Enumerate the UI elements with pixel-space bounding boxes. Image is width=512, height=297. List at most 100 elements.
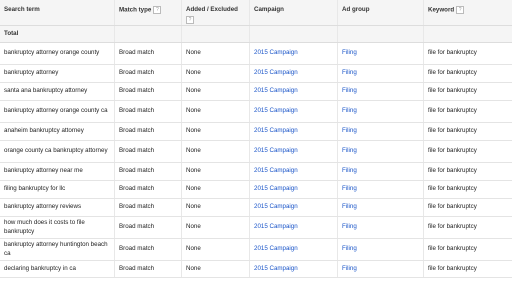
search-term-cell: orange county ca bankruptcy attorney — [4, 147, 108, 155]
campaign-link[interactable]: 2015 Campaign — [254, 49, 298, 57]
ad-group-cell: Filing — [338, 199, 424, 216]
match-type-cell: Broad match — [115, 101, 182, 122]
search-term-cell: bankruptcy attorney orange county — [4, 49, 100, 57]
match-type-cell: Broad match — [119, 49, 155, 57]
campaign-link[interactable]: 2015 Campaign — [254, 245, 298, 253]
campaign-link[interactable]: 2015 Campaign — [254, 203, 298, 211]
search-term-cell: santa ana bankruptcy attorney — [0, 83, 115, 100]
column-header-keyword[interactable]: Keyword? — [424, 0, 512, 25]
campaign-link[interactable]: 2015 Campaign — [254, 185, 298, 193]
match-type-cell: Broad match — [119, 264, 155, 272]
campaign-cell: 2015 Campaign — [250, 83, 338, 100]
table-header-row: Search term Match type? Added / Excluded… — [0, 0, 512, 26]
match-type-cell: Broad match — [115, 163, 182, 180]
match-type-cell: Broad match — [115, 181, 182, 198]
match-type-cell: Broad match — [119, 107, 155, 115]
ad-group-cell: Filing — [338, 141, 424, 162]
campaign-cell: 2015 Campaign — [250, 261, 338, 277]
match-type-cell: Broad match — [115, 141, 182, 162]
search-term-cell: bankruptcy attorney orange county — [0, 43, 115, 64]
match-type-cell: Broad match — [119, 167, 155, 175]
campaign-link[interactable]: 2015 Campaign — [254, 69, 298, 77]
match-type-cell: Broad match — [115, 239, 182, 260]
added-excluded-cell: None — [186, 245, 201, 253]
help-icon[interactable]: ? — [456, 6, 465, 14]
keyword-cell: file for bankruptcy — [424, 163, 512, 180]
ad-group-cell: Filing — [338, 217, 424, 238]
ad-group-link[interactable]: Filing — [342, 87, 357, 95]
ad-group-link[interactable]: Filing — [342, 245, 357, 253]
campaign-cell: 2015 Campaign — [250, 43, 338, 64]
keyword-cell: file for bankruptcy — [428, 107, 477, 115]
search-term-cell: how much does it costs to file bankruptc… — [4, 219, 85, 235]
help-icon[interactable]: ? — [186, 16, 194, 25]
ad-group-cell: Filing — [338, 101, 424, 122]
column-header-ad-group[interactable]: Ad group — [338, 0, 424, 25]
campaign-link[interactable]: 2015 Campaign — [254, 147, 298, 155]
match-type-cell: Broad match — [119, 69, 155, 77]
ad-group-cell: Filing — [338, 181, 424, 198]
column-header-label: Campaign — [254, 6, 284, 13]
table-row: bankruptcy attorney orange county Broad m… — [0, 43, 512, 65]
campaign-link[interactable]: 2015 Campaign — [254, 167, 298, 175]
ad-group-link[interactable]: Filing — [342, 107, 357, 115]
search-term-cell: anaheim bankruptcy attorney — [4, 127, 84, 135]
campaign-cell: 2015 Campaign — [250, 199, 338, 216]
search-term-cell: bankruptcy attorney huntington beach ca — [0, 239, 115, 260]
match-type-cell: Broad match — [119, 87, 155, 95]
keyword-cell: file for bankruptcy — [424, 199, 512, 216]
campaign-link[interactable]: 2015 Campaign — [254, 265, 298, 273]
campaign-cell: 2015 Campaign — [250, 65, 338, 82]
keyword-cell: file for bankruptcy — [424, 101, 512, 122]
column-header-label: Keyword — [428, 6, 455, 14]
match-type-cell: Broad match — [115, 83, 182, 100]
campaign-cell: 2015 Campaign — [250, 141, 338, 162]
column-header-match-type[interactable]: Match type? — [115, 0, 182, 25]
campaign-link[interactable]: 2015 Campaign — [254, 87, 298, 95]
help-icon[interactable]: ? — [153, 6, 162, 14]
search-term-cell: anaheim bankruptcy attorney — [0, 123, 115, 140]
added-excluded-cell: None — [186, 49, 201, 57]
ad-group-link[interactable]: Filing — [342, 147, 357, 155]
table-row: filing bankruptcy for llc Broad match None… — [0, 181, 512, 199]
ad-group-link[interactable]: Filing — [342, 203, 357, 211]
search-term-cell: filing bankruptcy for llc — [4, 185, 66, 193]
search-term-cell: filing bankruptcy for llc — [0, 181, 115, 198]
ad-group-link[interactable]: Filing — [342, 49, 357, 57]
column-header-label: Match type — [119, 6, 152, 14]
keyword-cell: file for bankruptcy — [428, 147, 477, 155]
ad-group-link[interactable]: Filing — [342, 223, 357, 231]
table-row: santa ana bankruptcy attorney Broad match… — [0, 83, 512, 101]
added-excluded-cell: None — [182, 101, 250, 122]
keyword-cell: file for bankruptcy — [424, 123, 512, 140]
campaign-link[interactable]: 2015 Campaign — [254, 223, 298, 231]
ad-group-link[interactable]: Filing — [342, 185, 357, 193]
column-header-campaign[interactable]: Campaign — [250, 0, 338, 25]
added-excluded-cell: None — [186, 264, 201, 272]
campaign-cell: 2015 Campaign — [250, 239, 338, 260]
keyword-cell: file for bankruptcy — [424, 239, 512, 260]
search-term-cell: declaring bankruptcy in ca — [0, 261, 115, 277]
column-header-search-term[interactable]: Search term — [0, 0, 115, 25]
added-excluded-cell: None — [186, 87, 201, 95]
total-label: Total — [0, 26, 115, 42]
added-excluded-cell: None — [186, 69, 201, 77]
ad-group-cell: Filing — [338, 43, 424, 64]
ad-group-link[interactable]: Filing — [342, 167, 357, 175]
campaign-link[interactable]: 2015 Campaign — [254, 127, 298, 135]
added-excluded-cell: None — [182, 83, 250, 100]
search-term-cell: bankruptcy attorney orange county ca — [0, 101, 115, 122]
campaign-link[interactable]: 2015 Campaign — [254, 107, 298, 115]
added-excluded-cell: None — [186, 203, 201, 211]
match-type-cell: Broad match — [115, 217, 182, 238]
keyword-cell: file for bankruptcy — [428, 127, 477, 135]
match-type-cell: Broad match — [115, 199, 182, 216]
column-header-added-excluded[interactable]: Added / Excluded ? — [182, 0, 250, 25]
match-type-cell: Broad match — [115, 123, 182, 140]
ad-group-link[interactable]: Filing — [342, 69, 357, 77]
search-term-cell: bankruptcy attorney reviews — [4, 203, 82, 211]
table-row: bankruptcy attorney Broad match None 2015 C… — [0, 65, 512, 83]
ad-group-link[interactable]: Filing — [342, 265, 357, 273]
ad-group-link[interactable]: Filing — [342, 127, 357, 135]
keyword-cell: file for bankruptcy — [424, 217, 512, 238]
